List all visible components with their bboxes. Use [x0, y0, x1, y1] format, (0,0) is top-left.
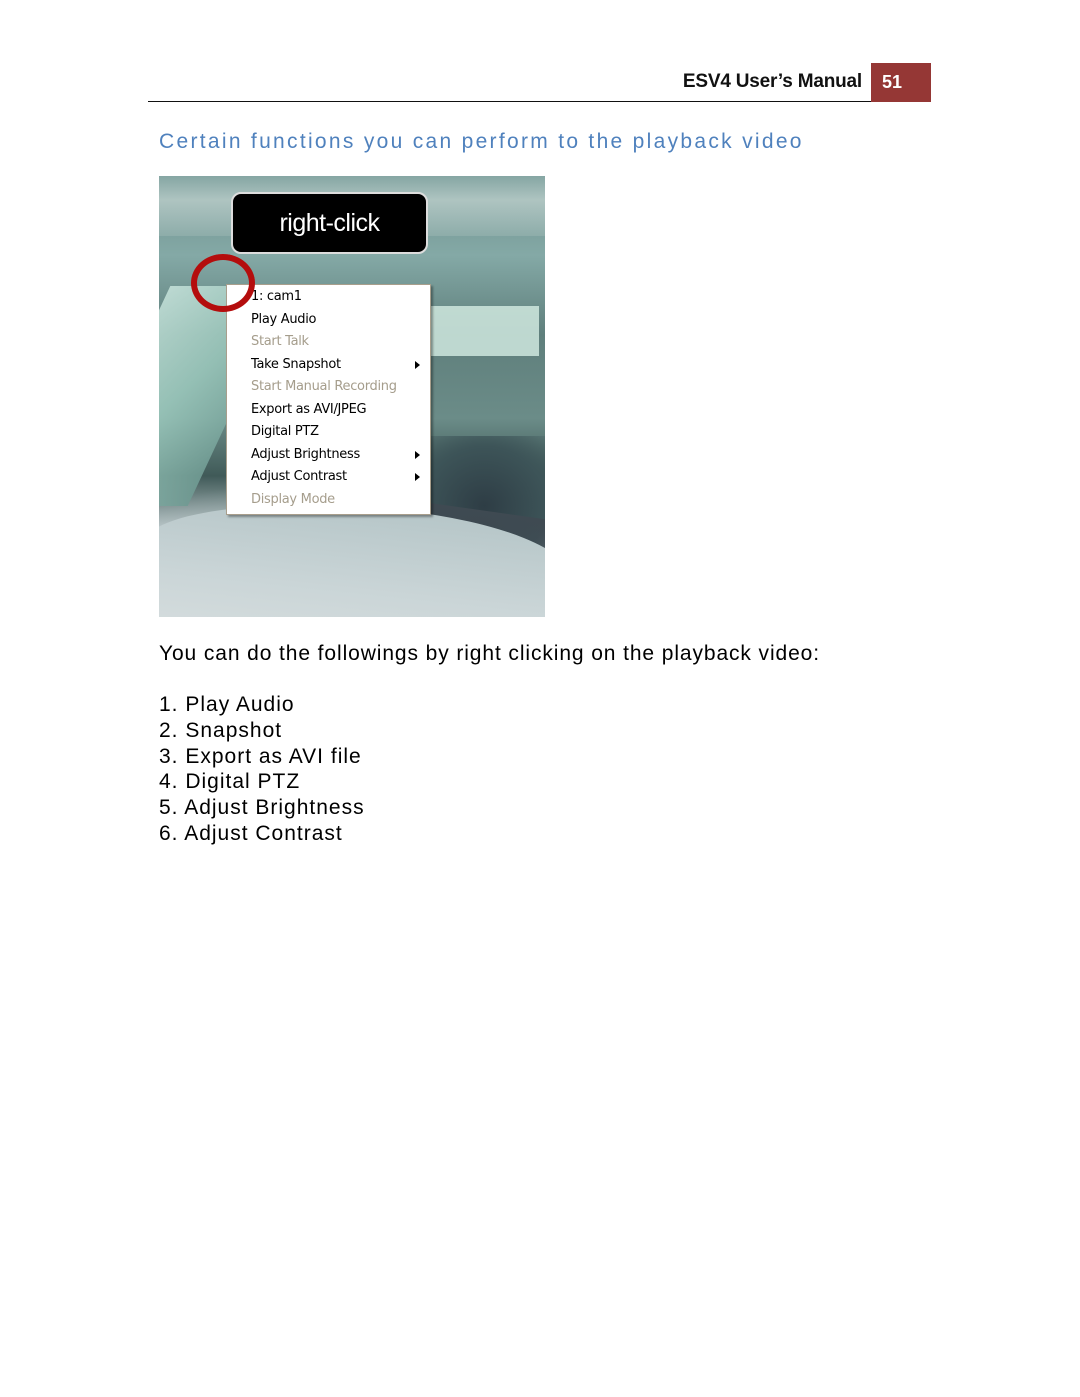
- menu-item-label: Adjust Brightness: [251, 446, 360, 462]
- section-heading: Certain functions you can perform to the…: [159, 130, 804, 153]
- playback-video-screenshot: right-click 1: cam1 Play Audio Start Tal…: [159, 176, 545, 617]
- submenu-arrow-icon: [415, 450, 420, 459]
- menu-item-label: Adjust Contrast: [251, 469, 347, 484]
- context-menu: 1: cam1 Play Audio Start Talk Take Snaps…: [226, 284, 431, 515]
- menu-item-label: Start Talk: [251, 334, 309, 349]
- submenu-arrow-icon: [415, 473, 420, 481]
- menu-item-label: Take Snapshot: [251, 356, 341, 372]
- list-item: 2. Snapshot: [159, 718, 283, 742]
- list-item: 6. Adjust Contrast: [159, 821, 343, 845]
- menu-item-start-manual-recording: Start Manual Recording: [227, 376, 430, 399]
- list-item: 4. Digital PTZ: [159, 770, 301, 794]
- submenu-arrow-icon: [415, 360, 420, 369]
- list-item: 5. Adjust Brightness: [159, 796, 365, 820]
- menu-item-label: 1: cam1: [251, 289, 302, 304]
- menu-item-start-talk: Start Talk: [227, 331, 430, 354]
- manual-title: ESV4 User’s Manual: [682, 71, 862, 92]
- menu-item-display-mode: Display Mode: [227, 489, 430, 512]
- menu-item-take-snapshot[interactable]: Take Snapshot: [227, 354, 430, 377]
- menu-item-camera[interactable]: 1: cam1: [227, 286, 430, 309]
- page-number-badge: 51: [871, 63, 931, 102]
- menu-item-digital-ptz[interactable]: Digital PTZ: [227, 421, 430, 444]
- menu-item-label: Play Audio: [251, 311, 317, 327]
- function-list: 1. Play Audio 2. Snapshot 3. Export as A…: [159, 692, 365, 847]
- click-location-ring: [191, 254, 255, 312]
- menu-item-label: Digital PTZ: [251, 424, 319, 439]
- menu-item-label: Display Mode: [251, 491, 335, 507]
- menu-item-adjust-contrast[interactable]: Adjust Contrast: [227, 466, 430, 489]
- menu-item-label: Export as AVI/JPEG: [251, 401, 367, 417]
- video-background-highlight: [429, 306, 539, 356]
- menu-item-export-avi-jpeg[interactable]: Export as AVI/JPEG: [227, 399, 430, 422]
- menu-item-play-audio[interactable]: Play Audio: [227, 309, 430, 332]
- right-click-callout: right-click: [231, 192, 428, 254]
- list-item: 3. Export as AVI file: [159, 744, 362, 768]
- menu-item-label: Start Manual Recording: [251, 379, 397, 394]
- list-item: 1. Play Audio: [159, 693, 295, 716]
- intro-paragraph: You can do the followings by right click…: [159, 642, 820, 665]
- menu-item-adjust-brightness[interactable]: Adjust Brightness: [227, 444, 430, 467]
- header-divider: [148, 101, 871, 102]
